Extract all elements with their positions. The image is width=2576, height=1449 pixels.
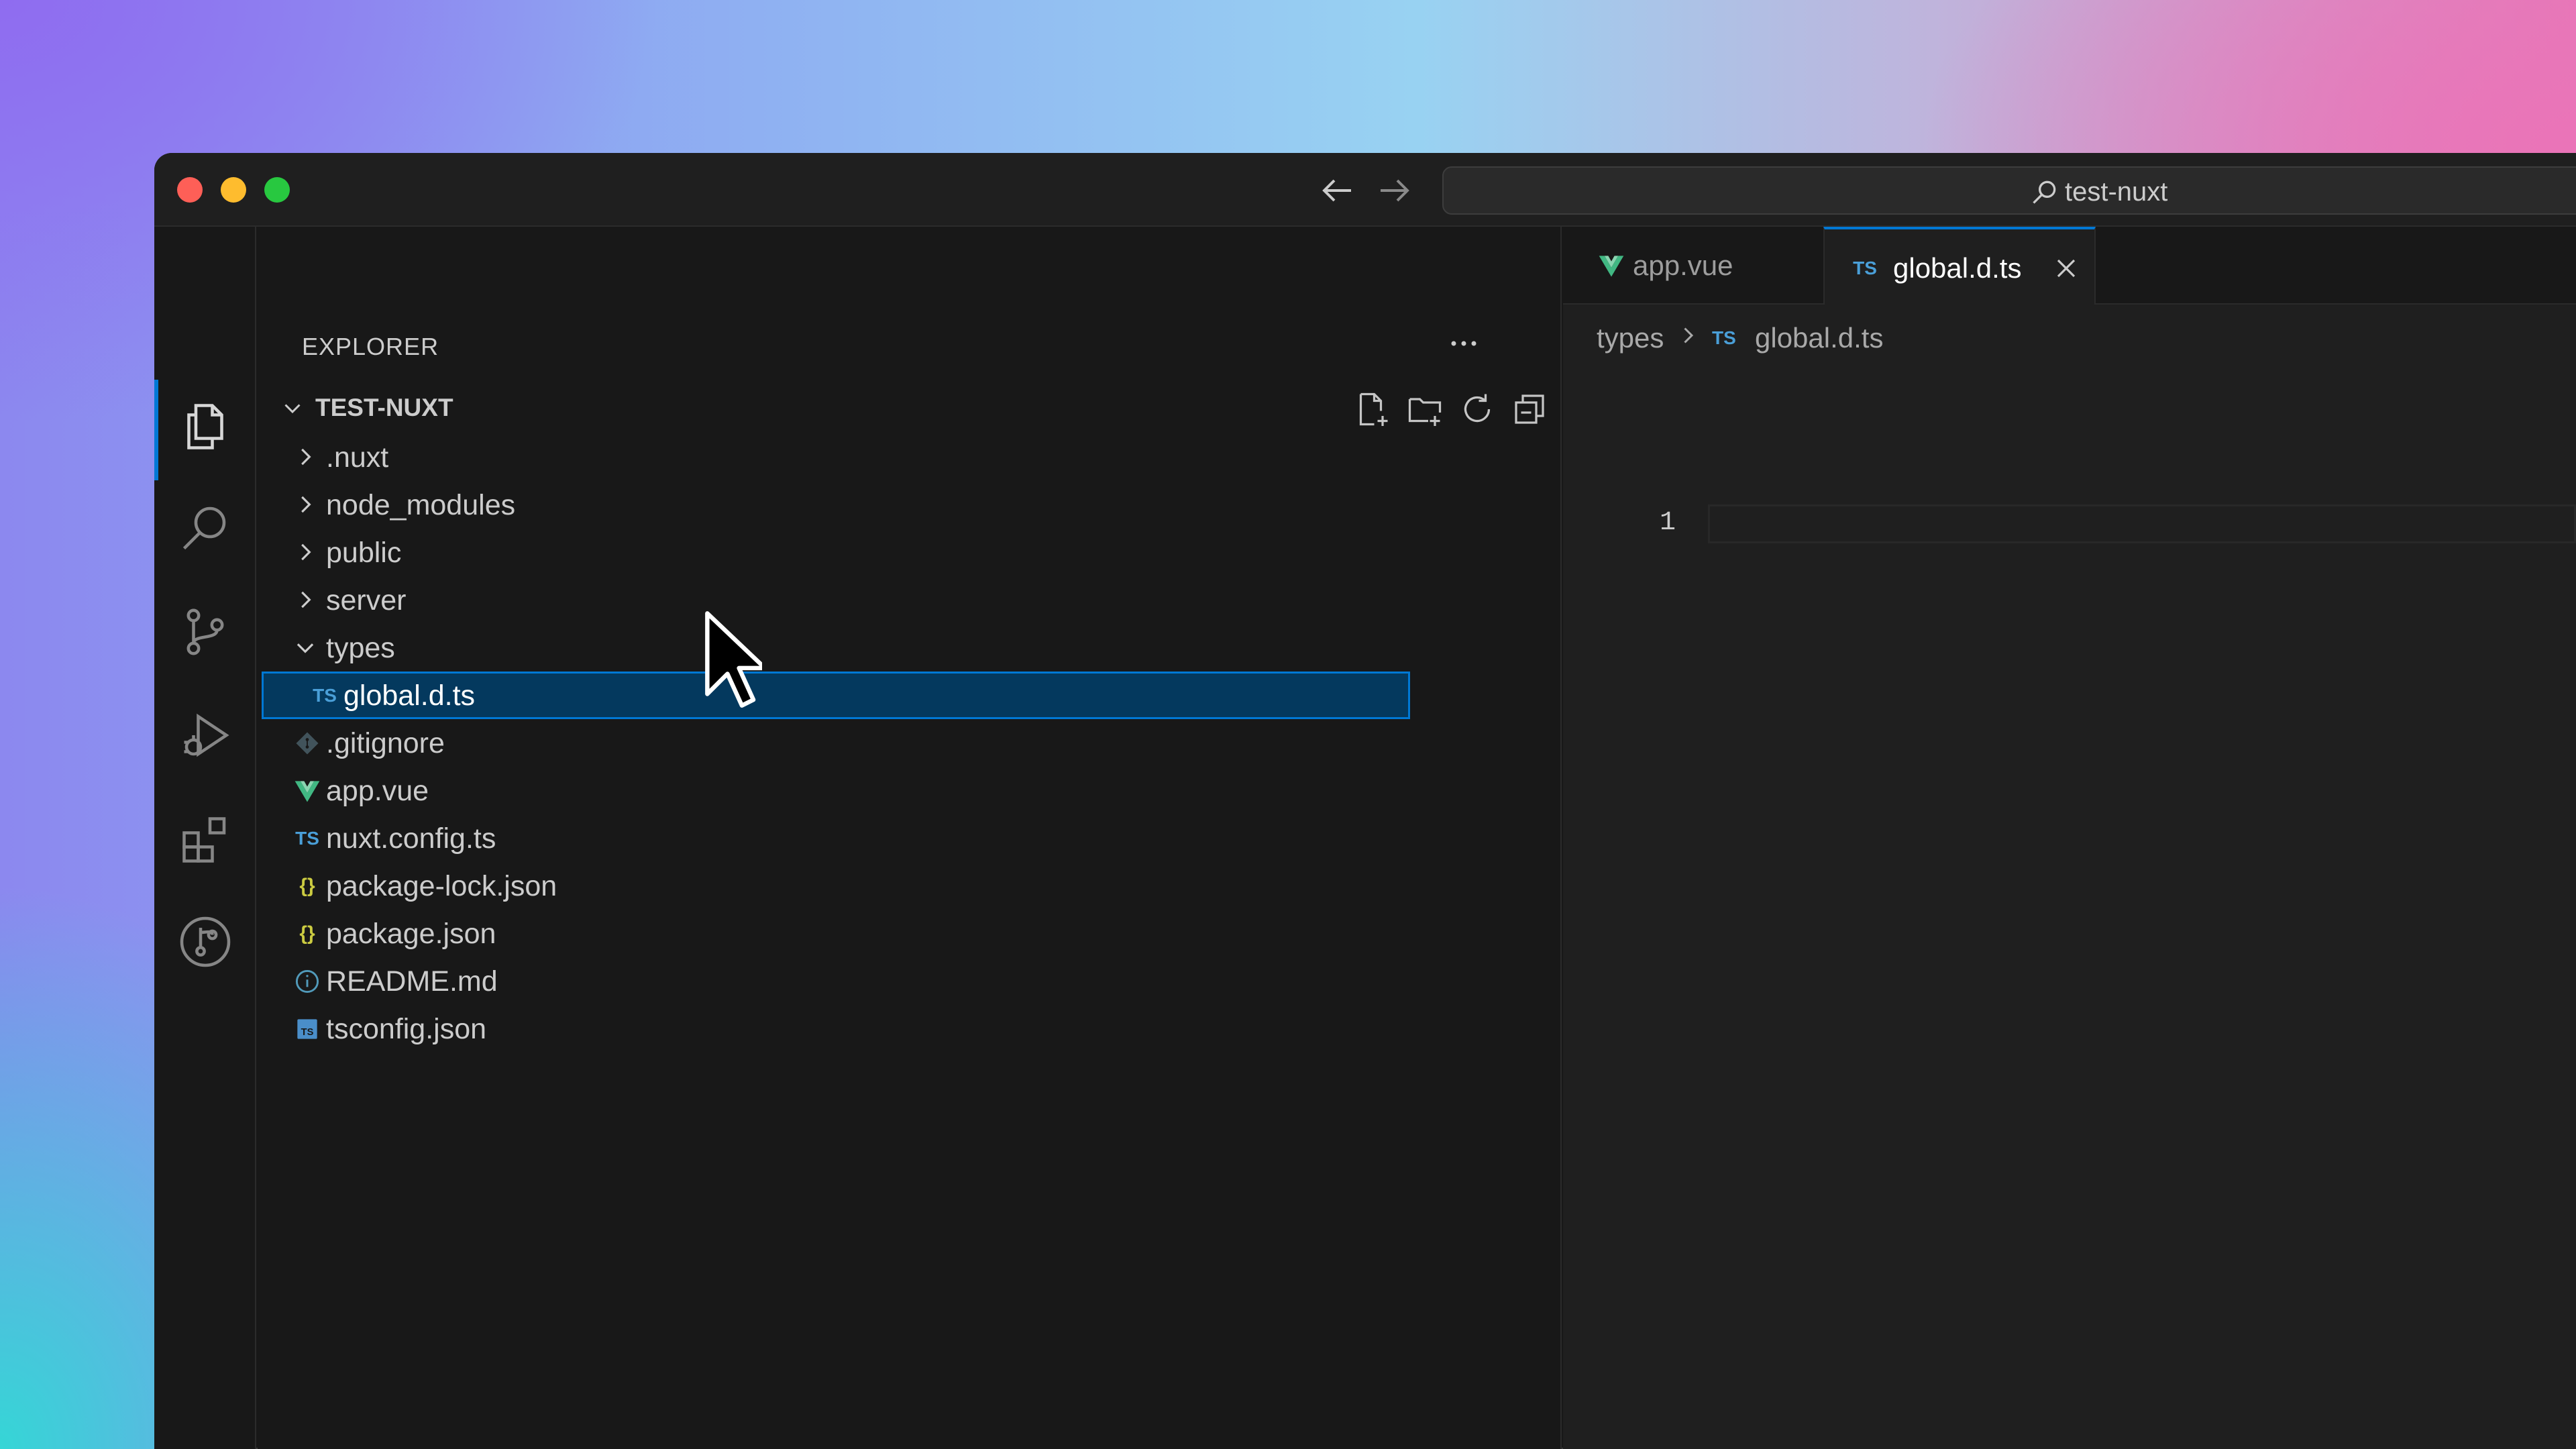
tree-item-label: tsconfig.json	[326, 1013, 487, 1045]
tree-item-file[interactable]: app.vue	[262, 767, 1410, 814]
json-file-icon: {}	[299, 922, 315, 945]
chevron-right-icon	[292, 444, 318, 470]
tree-item-file[interactable]: .gitignore	[262, 719, 1410, 767]
tree-item-file[interactable]: README.md	[262, 957, 1410, 1005]
tree-item-folder[interactable]: .nuxt	[262, 433, 1410, 481]
editor-tab-bar: app.vue TS global.d.ts	[1563, 227, 2576, 305]
mouse-pointer-icon	[704, 610, 767, 708]
chevron-right-icon	[292, 587, 318, 612]
typescript-file-icon: TS	[1853, 258, 1877, 278]
search-icon[interactable]	[177, 499, 233, 555]
chevron-right-icon	[292, 492, 318, 517]
refresh-icon[interactable]	[1457, 389, 1497, 429]
editor-area: app.vue TS global.d.ts types TS global.d…	[1563, 227, 2576, 1449]
git-graph-icon[interactable]	[177, 914, 233, 970]
command-center-search[interactable]: test-nuxt	[1442, 166, 2576, 215]
command-center-text: test-nuxt	[2065, 177, 2168, 207]
chevron-right-icon	[292, 539, 318, 565]
title-bar: test-nuxt	[154, 153, 2576, 227]
typescript-file-icon: TS	[313, 685, 337, 706]
close-icon[interactable]	[2050, 252, 2082, 284]
tree-item-file[interactable]: {} package-lock.json	[262, 862, 1410, 910]
breadcrumb-file[interactable]: global.d.ts	[1755, 322, 1883, 354]
workspace-folder-header[interactable]: TEST-NUXT	[271, 384, 1546, 432]
svg-text:TS: TS	[301, 1027, 314, 1038]
activity-bar	[154, 227, 256, 1449]
typescript-file-icon: TS	[1712, 327, 1736, 348]
extensions-icon[interactable]	[177, 812, 233, 868]
vscode-window: test-nuxt EXPLORER TEST-NUXT .nuxt node_…	[154, 153, 2576, 1449]
tree-item-folder[interactable]: types	[262, 624, 1410, 672]
tree-item-label: .gitignore	[326, 727, 445, 759]
tree-item-file[interactable]: {} package.json	[262, 910, 1410, 957]
tree-item-file[interactable]: TS tsconfig.json	[262, 1005, 1410, 1053]
tree-item-label: global.d.ts	[343, 680, 476, 712]
tab-label: app.vue	[1633, 250, 1733, 281]
minimize-window-button[interactable]	[221, 177, 246, 203]
tree-item-label: package.json	[326, 918, 496, 950]
explorer-title: EXPLORER	[302, 333, 439, 360]
maximize-window-button[interactable]	[264, 177, 290, 203]
workspace-folder-name: TEST-NUXT	[315, 394, 453, 421]
json-file-icon: {}	[299, 875, 315, 897]
git-file-icon	[292, 729, 322, 758]
source-control-icon[interactable]	[177, 604, 233, 660]
breadcrumb-folder[interactable]: types	[1597, 322, 1664, 354]
tab-global-d-ts[interactable]: TS global.d.ts	[1823, 227, 2096, 305]
line-number: 1	[1659, 508, 1676, 538]
more-actions-icon[interactable]	[1444, 323, 1484, 364]
tree-item-label: nuxt.config.ts	[326, 822, 496, 855]
tree-item-folder[interactable]: server	[262, 576, 1410, 624]
search-icon	[2030, 177, 2059, 207]
chevron-down-icon	[292, 635, 318, 660]
tree-item-file[interactable]: TS nuxt.config.ts	[262, 814, 1410, 862]
forward-arrow-icon[interactable]	[1374, 170, 1414, 211]
tsconfig-file-icon: TS	[292, 1014, 322, 1044]
chevron-right-icon	[1676, 322, 1700, 346]
new-folder-icon[interactable]	[1405, 389, 1445, 429]
tree-item-label: .nuxt	[326, 441, 389, 474]
tree-item-label: node_modules	[326, 489, 516, 521]
current-line-highlight[interactable]	[1708, 504, 2576, 543]
tree-item-label: package-lock.json	[326, 870, 557, 902]
tree-item-folder[interactable]: public	[262, 529, 1410, 576]
vue-file-icon	[1597, 251, 1626, 280]
back-arrow-icon[interactable]	[1318, 170, 1358, 211]
new-file-icon[interactable]	[1352, 389, 1393, 429]
info-file-icon	[292, 967, 322, 996]
collapse-all-icon[interactable]	[1509, 389, 1550, 429]
tree-item-label: app.vue	[326, 775, 429, 807]
tree-item-label: types	[326, 632, 395, 664]
explorer-files-icon[interactable]	[177, 398, 233, 455]
tree-item-file-selected[interactable]: TS global.d.ts	[262, 672, 1410, 719]
tree-item-label: README.md	[326, 965, 498, 998]
active-indicator	[154, 380, 158, 480]
tab-label: global.d.ts	[1893, 252, 2022, 284]
tree-item-label: public	[326, 537, 402, 569]
close-window-button[interactable]	[177, 177, 203, 203]
tree-item-label: server	[326, 584, 407, 616]
typescript-file-icon: TS	[295, 828, 319, 849]
tab-app-vue[interactable]: app.vue	[1563, 227, 1823, 305]
tree-item-folder[interactable]: node_modules	[262, 481, 1410, 529]
run-debug-icon[interactable]	[177, 707, 233, 763]
chevron-down-icon	[280, 396, 305, 420]
vue-file-icon	[292, 776, 322, 806]
explorer-sidebar: EXPLORER TEST-NUXT .nuxt node_modules pu…	[258, 227, 1562, 1449]
